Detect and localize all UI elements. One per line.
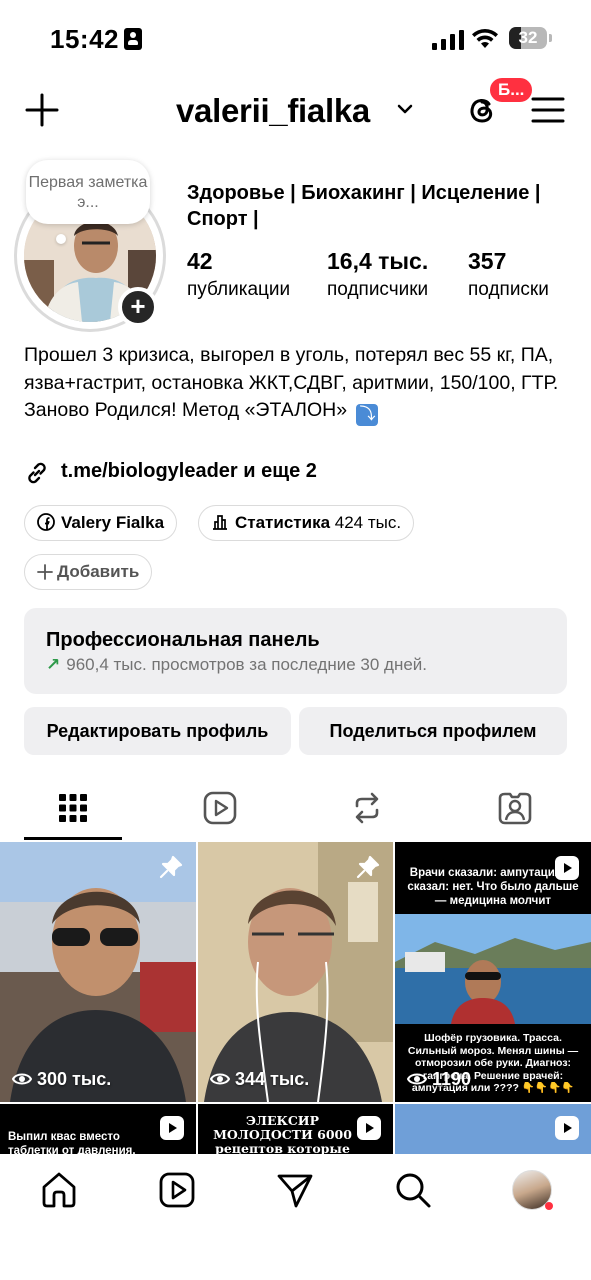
statistics-chip[interactable]: Статистика 424 тыс. (198, 505, 415, 541)
status-bar: 15:42 32 (0, 0, 591, 78)
facebook-icon (37, 513, 55, 531)
professional-dashboard[interactable]: Профессиональная панель ↗ 960,4 тыс. прос… (24, 608, 567, 694)
bar-chart-icon (213, 515, 227, 530)
grid-post[interactable]: Врачи сказали: ампутация — сказал: нет. … (395, 842, 591, 1102)
add-chip-label: Добавить (57, 562, 140, 581)
stat-posts[interactable]: 42 публикации (187, 248, 290, 301)
post-views-count: 344 тыс. (235, 1069, 310, 1089)
post-caption-top: Выпил квас вместо таблетки от давления. … (8, 1131, 136, 1154)
chevron-down-icon[interactable] (396, 102, 414, 116)
stat-following-value: 357 (468, 248, 507, 274)
battery-icon: 32 (509, 27, 547, 49)
note-text: Первая заметка э... (28, 174, 148, 211)
pro-panel-subtitle-text: 960,4 тыс. просмотров за последние 30 дн… (66, 655, 428, 674)
post-views-count: 1190 (432, 1069, 472, 1089)
pin-icon (159, 855, 183, 879)
reels-icon (203, 791, 237, 825)
statistics-chip-label: Статистика (235, 513, 331, 532)
search-icon[interactable] (393, 1170, 433, 1210)
profile-tabs (0, 780, 591, 840)
tab-grid[interactable] (24, 780, 122, 840)
eye-icon (11, 1073, 33, 1085)
pro-panel-title: Профессиональная панель (46, 629, 320, 651)
active-tab-indicator (24, 837, 122, 840)
bio-text: Прошел 3 кризиса, выгорел в уголь, потер… (24, 344, 559, 421)
post-views: 300 тыс. (11, 1069, 112, 1090)
grid-post[interactable]: ЭЛЕКСИР МОЛОДОСТИ 6000 рецептов которые … (198, 1104, 393, 1154)
stat-following-label: подписки (468, 279, 549, 300)
trend-up-icon: ↗ (46, 655, 61, 674)
status-time: 15:42 (50, 24, 119, 54)
add-story-button[interactable]: + (118, 287, 158, 327)
send-icon[interactable] (275, 1170, 315, 1210)
grid-post[interactable] (395, 1104, 591, 1154)
posts-grid: 300 тыс. 344 тыс. Врачи сказали: ампутац… (0, 842, 591, 1154)
threads-notification-badge[interactable]: Б... (488, 76, 535, 104)
home-icon[interactable] (39, 1170, 79, 1210)
bio-arrow-emoji: ⤵ (356, 404, 379, 426)
stat-posts-value: 42 (187, 248, 213, 274)
post-views: 344 тыс. (209, 1069, 310, 1090)
profile-category: Здоровье | Биохакинг | Исцеление | Спорт… (187, 182, 541, 230)
stat-followers[interactable]: 16,4 тыс. подписчики (327, 248, 428, 301)
edit-profile-button[interactable]: Редактировать профиль (24, 707, 291, 755)
battery-level: 32 (518, 28, 538, 47)
add-chip[interactable]: Добавить (24, 554, 153, 590)
stat-followers-value: 16,4 тыс. (327, 248, 429, 274)
profile-header: valerii_fialka Б... (0, 76, 591, 142)
reel-icon (555, 1116, 579, 1140)
bottom-nav (0, 1154, 591, 1280)
tab-reposts[interactable] (318, 780, 416, 840)
tab-tagged[interactable] (466, 780, 564, 840)
facebook-chip[interactable]: Valery Fialka (24, 505, 178, 541)
signal-icon (432, 30, 464, 50)
pro-panel-subtitle: ↗ 960,4 тыс. просмотров за последние 30 д… (46, 655, 427, 675)
eye-icon (209, 1073, 231, 1085)
share-profile-button[interactable]: Поделиться профилем (299, 707, 567, 755)
reposts-icon (355, 792, 379, 824)
post-thumbnail (0, 842, 196, 1102)
id-badge-icon (124, 28, 142, 50)
reel-icon (160, 1116, 184, 1140)
post-views-count: 300 тыс. (37, 1069, 112, 1089)
post-thumbnail (198, 842, 393, 1102)
reel-icon (555, 856, 579, 880)
note-bubble[interactable]: Первая заметка э... (26, 160, 150, 224)
stat-following[interactable]: 357 подписки (468, 248, 549, 301)
link-icon (28, 462, 46, 484)
wifi-icon (472, 28, 498, 48)
hamburger-menu-icon[interactable] (530, 92, 566, 128)
note-bubble-tail (56, 234, 66, 244)
username[interactable]: valerii_fialka (176, 92, 370, 130)
grid-icon (59, 794, 87, 822)
tab-reels[interactable] (171, 780, 269, 840)
reel-icon (357, 1116, 381, 1140)
bio: Прошел 3 кризиса, выгорел в уголь, потер… (24, 342, 569, 426)
facebook-chip-label: Valery Fialka (61, 513, 165, 532)
grid-post[interactable]: 300 тыс. (0, 842, 196, 1102)
post-caption-top: ЭЛЕКСИР МОЛОДОСТИ 6000 рецептов которые … (213, 1113, 352, 1155)
statistics-chip-value: 424 тыс. (334, 513, 402, 532)
bio-link-text[interactable]: t.me/biologyleader и еще 2 (61, 460, 317, 483)
post-views: 1190 (406, 1069, 472, 1090)
notification-dot (545, 1202, 553, 1210)
reels-nav-icon[interactable] (157, 1170, 197, 1210)
stat-posts-label: публикации (187, 279, 291, 300)
tagged-icon (498, 792, 532, 825)
stat-followers-label: подписчики (327, 279, 429, 300)
grid-post[interactable]: Выпил квас вместо таблетки от давления. … (0, 1104, 196, 1154)
grid-post[interactable]: 344 тыс. (198, 842, 393, 1102)
battery-tip (549, 34, 552, 42)
plus-small-icon (37, 564, 53, 580)
plus-icon[interactable] (24, 92, 60, 128)
eye-icon (406, 1073, 428, 1085)
pin-icon (356, 855, 380, 879)
